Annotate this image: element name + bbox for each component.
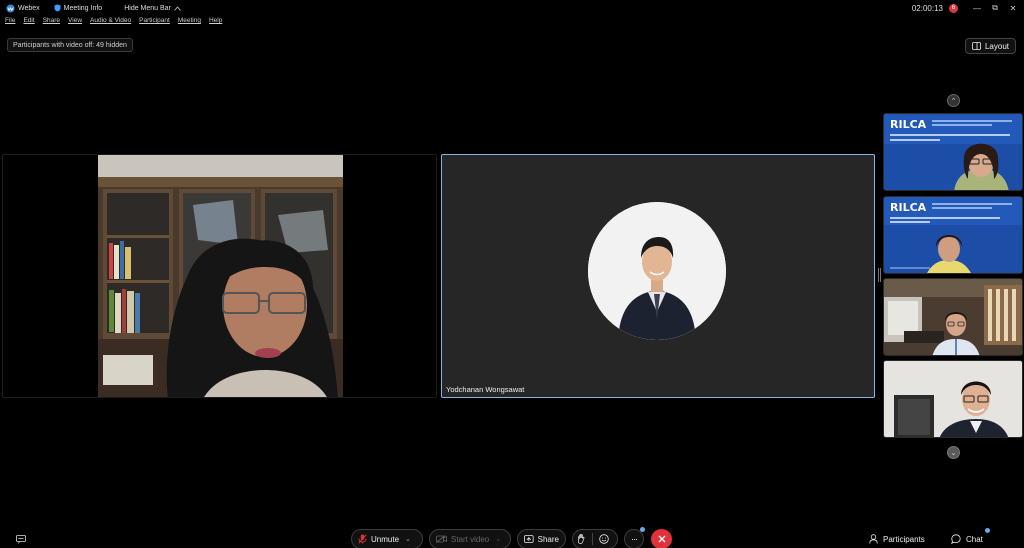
chevron-up-icon[interactable]: ⌃: [947, 94, 960, 107]
webex-logo-icon: [6, 3, 15, 13]
layout-icon: [972, 42, 981, 50]
menu-share[interactable]: Share: [43, 17, 60, 29]
share-icon: [524, 534, 534, 543]
menu-view[interactable]: View: [68, 17, 82, 29]
menu-audio-video[interactable]: Audio & Video: [90, 17, 131, 29]
participant-thumbnail-1[interactable]: RILCA: [883, 113, 1023, 191]
active-speaker-tile[interactable]: Yodchanan Wongsawat: [441, 154, 875, 398]
emoji-reaction-icon[interactable]: [599, 534, 609, 544]
restore-icon[interactable]: ⧉: [988, 3, 1002, 13]
avatar: [588, 202, 726, 340]
participant-video: [3, 155, 436, 397]
participants-button[interactable]: Participants: [869, 531, 925, 547]
close-icon[interactable]: ✕: [1006, 4, 1020, 13]
meeting-info-button[interactable]: Meeting Info: [54, 4, 103, 12]
start-video-button[interactable]: Start video ⌄: [429, 529, 511, 548]
raise-hand-icon[interactable]: [577, 534, 586, 544]
unmute-button[interactable]: Unmute ⌄: [351, 529, 423, 548]
start-video-label: Start video: [451, 534, 490, 544]
chat-label: Chat: [966, 534, 983, 544]
meeting-timer: 02:00:13: [911, 3, 943, 13]
participant-thumbnail-video: [884, 279, 1022, 355]
share-button[interactable]: Share: [517, 529, 566, 548]
participant-name-label: Yodchanan Wongsawat: [446, 385, 525, 394]
recording-badge[interactable]: 6: [949, 3, 958, 13]
unmute-label: Unmute: [371, 534, 400, 544]
svg-text:RILCA: RILCA: [890, 201, 927, 214]
hide-menu-bar-label: Hide Menu Bar: [124, 4, 171, 12]
layout-button[interactable]: Layout: [964, 38, 1016, 54]
speaker-photo: [588, 202, 726, 340]
chevron-down-icon[interactable]: ⌄: [947, 446, 960, 459]
app-name: Webex: [18, 4, 40, 12]
menu-bar: File Edit Share View Audio & Video Parti…: [5, 17, 222, 29]
separator: [592, 533, 593, 545]
chevron-down-icon[interactable]: ⌄: [495, 535, 501, 543]
close-icon: [658, 535, 665, 543]
participant-thumbnail-video: RILCA: [884, 197, 1022, 273]
resize-handle[interactable]: [878, 268, 881, 282]
svg-text:RILCA: RILCA: [890, 118, 927, 131]
chat-icon: [951, 534, 961, 544]
menu-edit[interactable]: Edit: [23, 17, 34, 29]
person-icon: [869, 534, 878, 544]
participant-thumbnail-3[interactable]: [883, 278, 1023, 356]
mic-muted-icon: [358, 534, 367, 544]
more-icon: ···: [631, 534, 638, 544]
participant-thumbnail-video: RILCA: [884, 114, 1022, 190]
layout-label: Layout: [984, 41, 1009, 51]
chevron-up-icon: [174, 5, 181, 11]
share-label: Share: [537, 534, 559, 544]
webex-app-label[interactable]: Webex: [6, 3, 40, 13]
captions-icon: [16, 534, 26, 544]
reactions-group: [572, 529, 618, 548]
captions-button[interactable]: [12, 530, 30, 548]
chevron-down-icon[interactable]: ⌄: [405, 535, 411, 543]
meeting-info-label: Meeting Info: [63, 4, 103, 12]
menu-meeting[interactable]: Meeting: [178, 17, 201, 29]
menu-participant[interactable]: Participant: [139, 17, 170, 29]
participant-thumbnail-4[interactable]: [883, 360, 1023, 438]
participant-video-tile[interactable]: [2, 154, 437, 398]
leave-meeting-button[interactable]: [651, 529, 672, 548]
shield-icon: [54, 4, 61, 12]
chat-button[interactable]: Chat: [951, 531, 983, 547]
title-bar: Webex Meeting Info Hide Menu Bar 02:00:1…: [0, 0, 1024, 16]
participant-thumbnail-video: [884, 361, 1022, 437]
hidden-participants-chip[interactable]: Participants with video off: 49 hidden: [7, 38, 133, 52]
minimize-icon[interactable]: —: [970, 4, 984, 13]
menu-file[interactable]: File: [5, 17, 15, 29]
menu-help[interactable]: Help: [209, 17, 222, 29]
notification-dot: [985, 528, 990, 533]
notification-dot: [640, 527, 645, 532]
video-off-icon: [436, 535, 447, 543]
participants-label: Participants: [883, 534, 925, 544]
hide-menu-bar-button[interactable]: Hide Menu Bar: [124, 5, 181, 12]
participant-thumbnail-2[interactable]: RILCA: [883, 196, 1023, 274]
